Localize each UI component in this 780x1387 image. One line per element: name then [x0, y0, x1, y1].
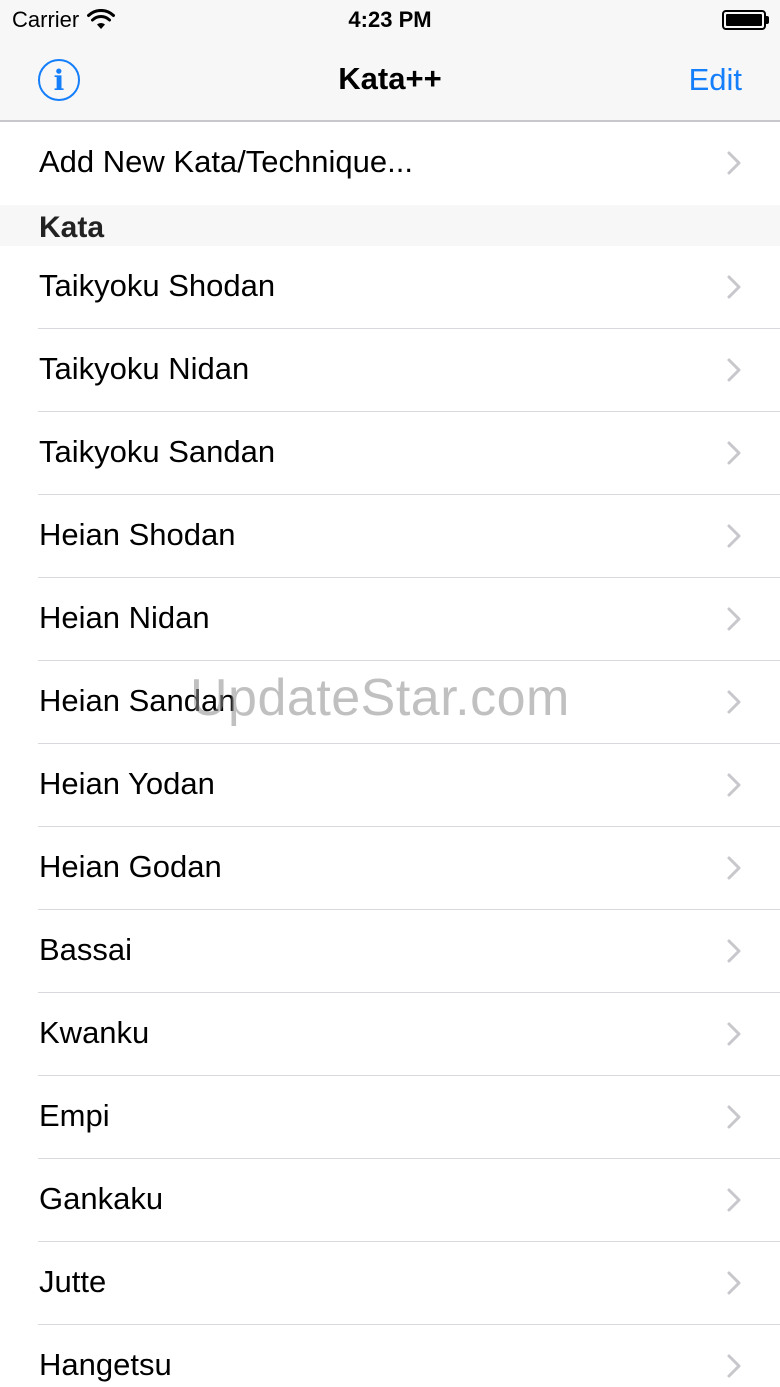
kata-row-label: Heian Nidan [39, 600, 210, 635]
kata-row-label: Kwanku [39, 1015, 150, 1050]
chevron-right-icon [727, 441, 741, 465]
kata-row[interactable]: Empi [0, 1076, 780, 1159]
kata-row[interactable]: Heian Sandan [0, 661, 780, 744]
top-bar: Carrier 4:23 PM i Kata++ Edit [0, 0, 780, 122]
chevron-right-icon [727, 773, 741, 797]
kata-row-label: Empi [39, 1098, 110, 1133]
chevron-right-icon [727, 1105, 741, 1129]
kata-row[interactable]: Taikyoku Shodan [0, 246, 780, 329]
status-bar: Carrier 4:23 PM [0, 0, 780, 40]
chevron-right-icon [727, 151, 741, 175]
chevron-right-icon [727, 275, 741, 299]
kata-row[interactable]: Heian Shodan [0, 495, 780, 578]
navigation-bar: i Kata++ Edit [0, 40, 780, 120]
kata-row[interactable]: Bassai [0, 910, 780, 993]
kata-row-label: Heian Sandan [39, 683, 236, 718]
chevron-right-icon [727, 524, 741, 548]
chevron-right-icon [727, 358, 741, 382]
kata-row[interactable]: Kwanku [0, 993, 780, 1076]
kata-table: Add New Kata/Technique... Kata Taikyoku … [0, 122, 780, 1387]
kata-row[interactable]: Heian Yodan [0, 744, 780, 827]
chevron-right-icon [727, 1022, 741, 1046]
kata-row[interactable]: Heian Nidan [0, 578, 780, 661]
edit-button[interactable]: Edit [689, 62, 742, 98]
battery-icon [722, 10, 770, 30]
kata-row-label: Gankaku [39, 1181, 164, 1216]
kata-row[interactable]: Gankaku [0, 1159, 780, 1242]
add-new-kata-row[interactable]: Add New Kata/Technique... [0, 122, 780, 205]
chevron-right-icon [727, 1354, 741, 1378]
kata-row-label: Taikyoku Sandan [39, 434, 276, 469]
kata-row-label: Taikyoku Shodan [39, 268, 276, 303]
kata-row[interactable]: Taikyoku Sandan [0, 412, 780, 495]
add-new-kata-label: Add New Kata/Technique... [39, 144, 413, 179]
kata-row-label: Jutte [39, 1264, 107, 1299]
kata-row-label: Heian Shodan [39, 517, 236, 552]
status-time: 4:23 PM [348, 7, 432, 32]
chevron-right-icon [727, 607, 741, 631]
kata-row[interactable]: Hangetsu [0, 1325, 780, 1387]
chevron-right-icon [727, 1271, 741, 1295]
kata-row-label: Taikyoku Nidan [39, 351, 250, 386]
kata-row-label: Heian Yodan [39, 766, 215, 801]
kata-list: Taikyoku Shodan Taikyoku Nidan Taikyoku Sa… [0, 246, 780, 1387]
section-header-kata: Kata [0, 205, 780, 246]
kata-row[interactable]: Taikyoku Nidan [0, 329, 780, 412]
page-title: Kata++ [338, 61, 442, 96]
chevron-right-icon [727, 1188, 741, 1212]
section-header-label: Kata [39, 211, 105, 244]
kata-row-label: Hangetsu [39, 1347, 172, 1382]
chevron-right-icon [727, 856, 741, 880]
kata-row-label: Heian Godan [39, 849, 222, 884]
chevron-right-icon [727, 939, 741, 963]
chevron-right-icon [727, 690, 741, 714]
kata-row[interactable]: Jutte [0, 1242, 780, 1325]
screen: Carrier 4:23 PM i Kata++ Edit Add New Ka… [0, 0, 780, 1387]
kata-row-label: Bassai [39, 932, 133, 967]
kata-row[interactable]: Heian Godan [0, 827, 780, 910]
